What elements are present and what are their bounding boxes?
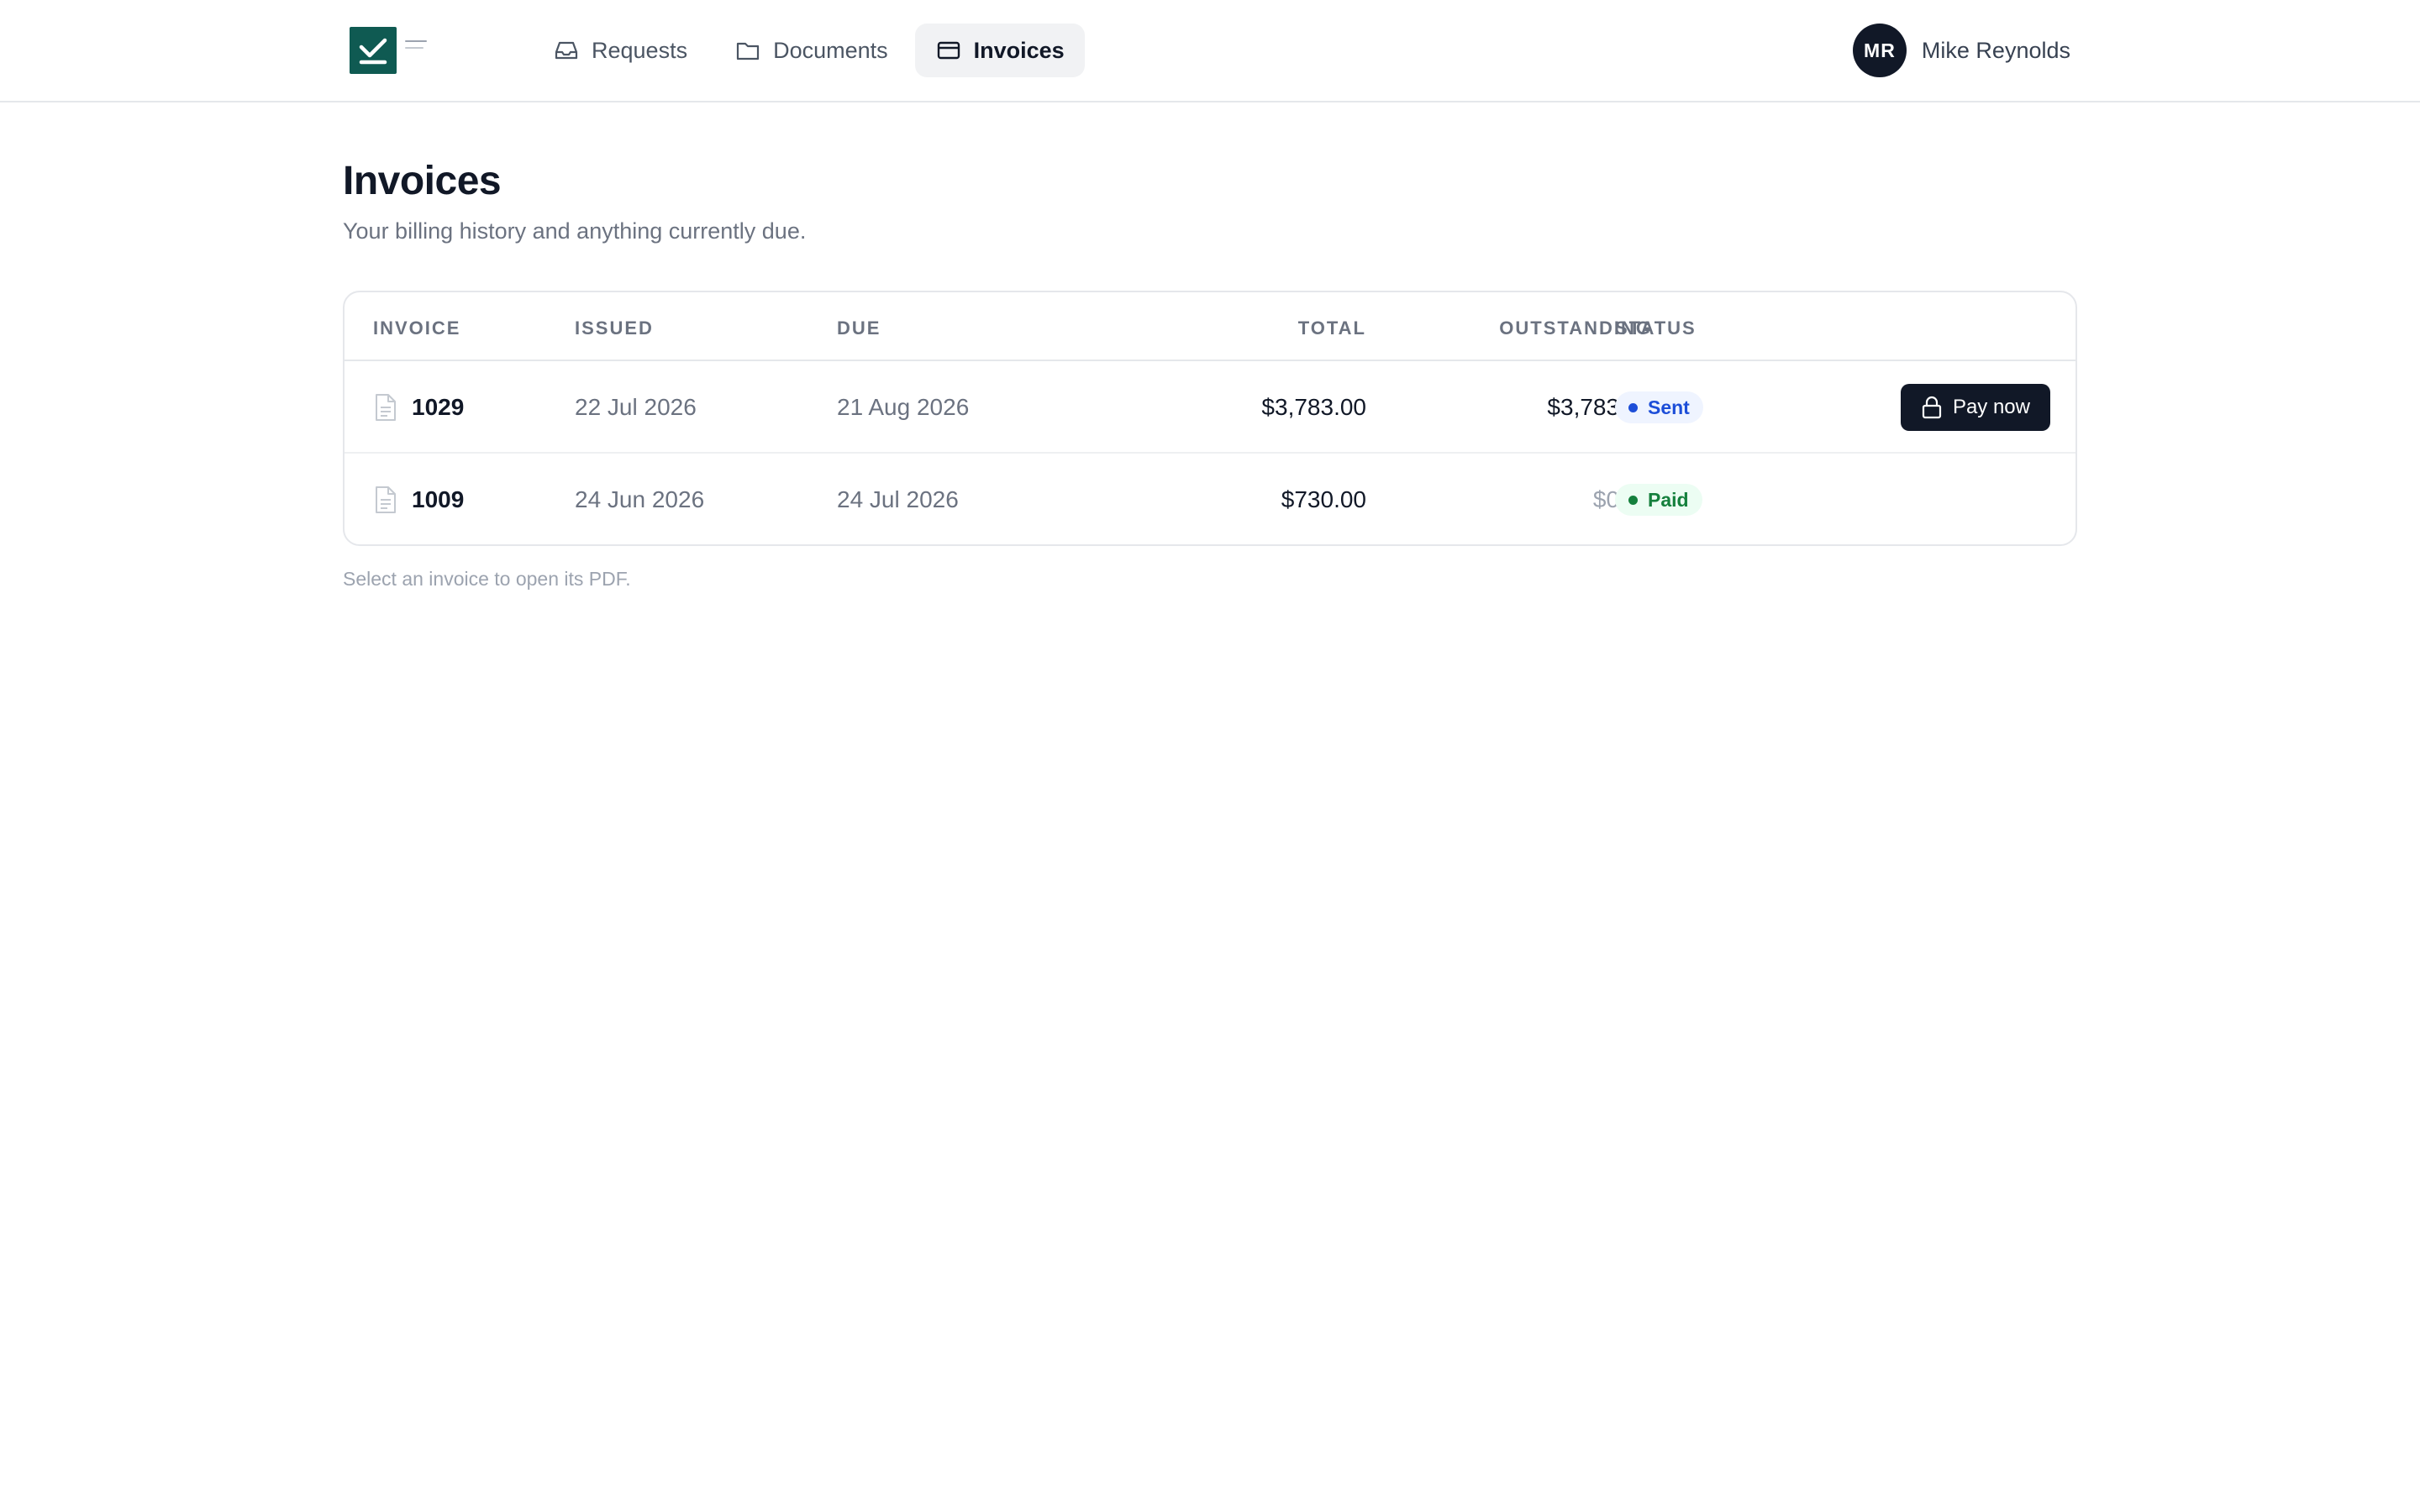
hint-text: Select an invoice to open its PDF. (343, 568, 631, 590)
lock-icon (1922, 396, 1942, 419)
status-label: Sent (1648, 396, 1690, 418)
status-label: Paid (1648, 488, 1689, 511)
nav-item-invoices[interactable]: Invoices (914, 24, 1085, 77)
issued-date: 22 Jul 2026 (575, 394, 697, 420)
issued-date: 24 Jun 2026 (575, 486, 705, 512)
total-amount: $730.00 (1281, 486, 1366, 512)
pay-now-label: Pay now (1952, 396, 2030, 418)
document-icon (376, 394, 396, 421)
logo[interactable] (350, 27, 397, 74)
document-icon (376, 486, 396, 513)
invoices-table: INVOICE ISSUED DUE TOTAL OUTSTANDING STA… (343, 291, 2077, 546)
column-header-issued: ISSUED (575, 318, 654, 339)
action-cell: Pay now (1899, 361, 2050, 454)
invoice-number: 1009 (412, 486, 465, 512)
total-amount: $3,783.00 (1261, 394, 1366, 420)
logo-wordmark (405, 40, 430, 57)
due-date: 24 Jul 2026 (837, 486, 959, 512)
page-title: Invoices (343, 159, 502, 203)
top-bar: Requests Documents Invoices MR Mike Reyn… (0, 0, 2420, 102)
table-row[interactable]: 1009 24 Jun 2026 24 Jul 2026 $730.00 $0.… (345, 454, 2075, 544)
credit-card-icon (937, 41, 960, 60)
user-name: Mike Reynolds (1921, 37, 2070, 63)
column-header-due: DUE (837, 318, 881, 339)
folder-icon (736, 42, 760, 60)
nav-item-label: Invoices (973, 37, 1065, 63)
nav-item-requests[interactable]: Requests (533, 24, 708, 77)
status-dot-icon (1628, 402, 1638, 412)
status-cell: Paid (1615, 454, 1702, 544)
invoice-number: 1029 (412, 394, 465, 420)
column-header-invoice: INVOICE (373, 318, 461, 339)
column-header-status: STATUS (1615, 318, 1697, 339)
nav-item-label: Documents (773, 37, 888, 63)
checkmark-logo-icon (359, 38, 387, 65)
status-badge: Sent (1615, 391, 1703, 423)
inbox-icon (555, 41, 578, 60)
column-header-total: TOTAL (1297, 318, 1366, 339)
status-cell: Sent (1615, 361, 1703, 454)
invoice-number-cell[interactable]: 1009 (373, 454, 465, 544)
page-subtitle: Your billing history and anything curren… (343, 218, 807, 244)
invoice-number-cell[interactable]: 1029 (373, 361, 464, 454)
table-row[interactable]: 1029 22 Jul 2026 21 Aug 2026 $3,783.00 $… (345, 361, 2075, 454)
pay-now-button[interactable]: Pay now (1900, 384, 2050, 431)
status-dot-icon (1628, 495, 1638, 505)
due-date: 21 Aug 2026 (837, 394, 970, 420)
table-header: INVOICE ISSUED DUE TOTAL OUTSTANDING STA… (345, 292, 2075, 361)
user-menu[interactable]: MR Mike Reynolds (1852, 24, 2070, 77)
avatar[interactable]: MR (1852, 24, 1907, 77)
nav-item-documents[interactable]: Documents (714, 24, 908, 77)
main-nav: Requests Documents Invoices (533, 24, 1085, 77)
status-badge: Paid (1615, 484, 1702, 516)
nav-item-label: Requests (592, 37, 688, 63)
